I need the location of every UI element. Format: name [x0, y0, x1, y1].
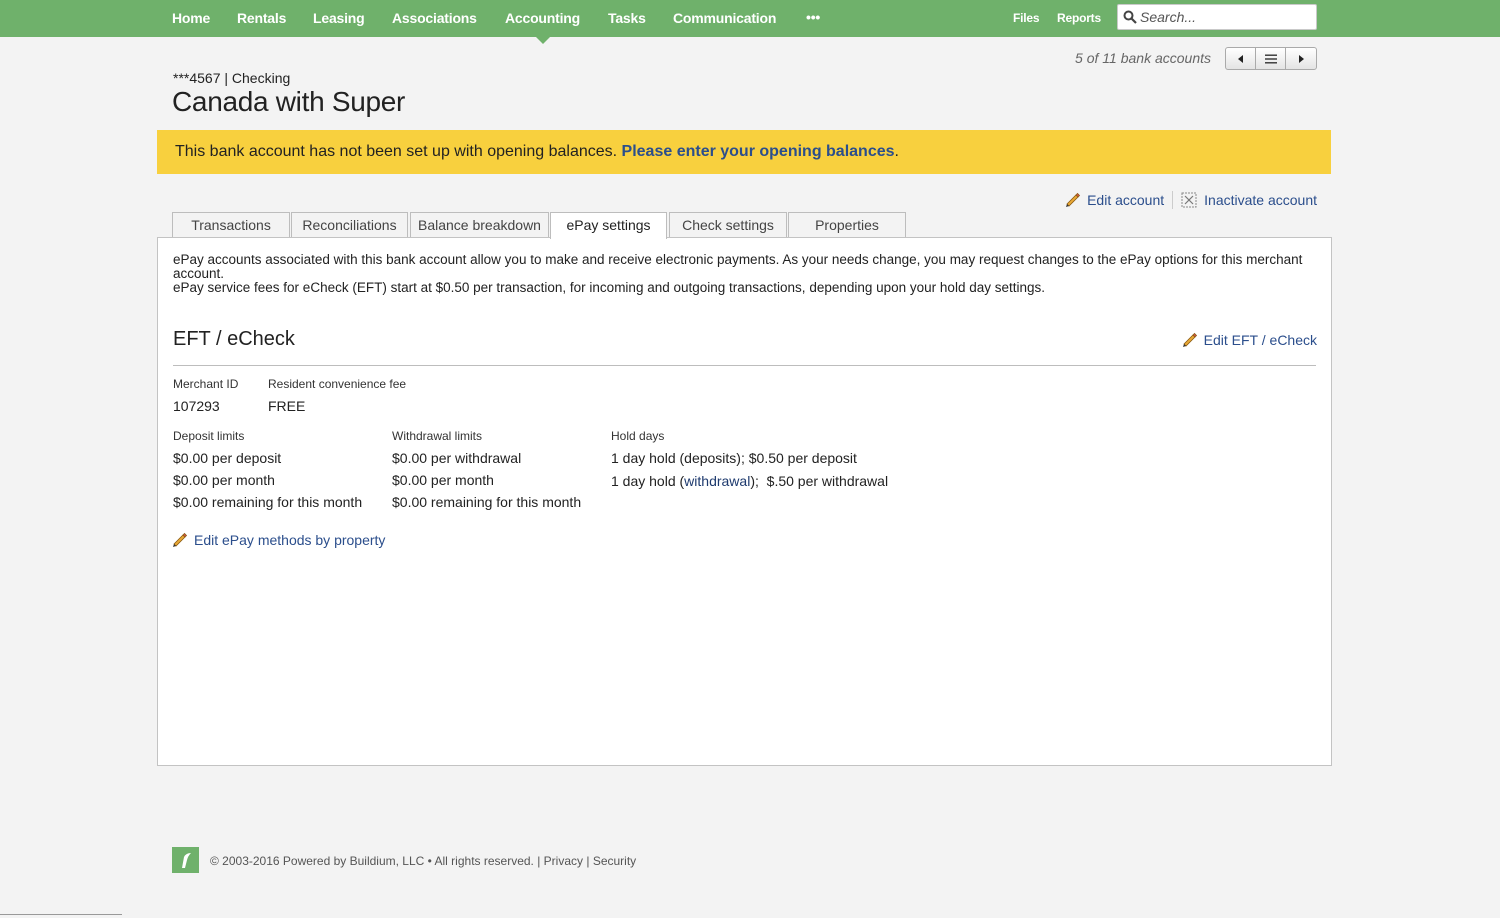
- privacy-link[interactable]: Privacy: [544, 854, 583, 868]
- nav-more-icon[interactable]: •••: [806, 9, 820, 25]
- nav-leasing[interactable]: Leasing: [313, 10, 365, 26]
- pencil-icon: [1182, 332, 1197, 347]
- withdrawal-limit-per-month: $0.00 per month: [392, 472, 494, 488]
- footer-copyright: © 2003-2016 Powered by Buildium, LLC • A…: [210, 854, 541, 868]
- previous-account-button[interactable]: [1226, 48, 1256, 69]
- leaf-logo-icon: [182, 853, 191, 868]
- nav-communication[interactable]: Communication: [673, 10, 776, 26]
- account-pager: [1225, 47, 1317, 70]
- next-account-button[interactable]: [1286, 48, 1316, 69]
- enter-opening-balances-link[interactable]: Please enter your opening balances: [622, 143, 895, 160]
- inactivate-icon: [1181, 192, 1197, 208]
- convenience-fee-field: Resident convenience fee FREE: [268, 377, 406, 417]
- tab-reconciliations[interactable]: Reconciliations: [291, 212, 408, 238]
- pencil-icon: [173, 532, 188, 547]
- intro-line-2: ePay service fees for eCheck (EFT) start…: [173, 280, 1045, 295]
- hold-days-label: Hold days: [611, 429, 665, 443]
- merchant-id-value: 107293: [173, 398, 220, 414]
- deposit-limits-field: Deposit limits $0.00 per deposit $0.00 p…: [173, 429, 362, 513]
- hold-withdrawal-fee-suffix: per withdrawal: [797, 473, 889, 489]
- pencil-icon: [1066, 192, 1081, 207]
- footer: © 2003-2016 Powered by Buildium, LLC • A…: [210, 854, 636, 868]
- section-divider: [173, 365, 1316, 366]
- epay-intro: ePay accounts associated with this bank …: [173, 253, 1303, 295]
- account-list-button[interactable]: [1256, 48, 1286, 69]
- intro-line-1: ePay accounts associated with this bank …: [173, 252, 1303, 281]
- banner-message: This bank account has not been set up wi…: [175, 143, 618, 160]
- arrow-right-icon: [1299, 54, 1304, 63]
- tab-properties[interactable]: Properties: [788, 212, 906, 238]
- tab-balance-breakdown[interactable]: Balance breakdown: [410, 212, 549, 238]
- withdrawal-limits-label: Withdrawal limits: [392, 429, 483, 443]
- hold-withdrawal-link[interactable]: withdrawal: [684, 473, 750, 489]
- buildium-logo: [172, 847, 199, 873]
- active-nav-indicator: [536, 37, 550, 44]
- withdrawal-limits-field: Withdrawal limits $0.00 per withdrawal $…: [392, 429, 581, 513]
- merchant-id-field: Merchant ID 107293: [173, 377, 238, 417]
- account-actions: Edit account Inactivate account: [1064, 191, 1317, 209]
- nav-tasks[interactable]: Tasks: [608, 10, 646, 26]
- epay-settings-panel: ePay accounts associated with this bank …: [157, 237, 1332, 766]
- deposit-limits-label: Deposit limits: [173, 429, 245, 443]
- footer-divider: |: [586, 854, 590, 868]
- eft-section-title: EFT / eCheck: [173, 328, 295, 350]
- pager-text: 5 of 11 bank accounts: [1075, 50, 1211, 66]
- hold-withdrawal-fee: $.50: [766, 473, 794, 489]
- divider: [1172, 191, 1174, 209]
- convenience-fee-label: Resident convenience fee: [268, 377, 407, 391]
- search-box: [1117, 4, 1317, 30]
- deposit-limit-per-month: $0.00 per month: [173, 472, 275, 488]
- nav-reports[interactable]: Reports: [1057, 11, 1101, 25]
- inactivate-account-link[interactable]: Inactivate account: [1204, 192, 1317, 208]
- withdrawal-limit-per-withdrawal: $0.00 per withdrawal: [392, 450, 522, 466]
- arrow-left-icon: [1237, 54, 1243, 63]
- nav-home[interactable]: Home: [172, 10, 210, 26]
- deposit-limit-per-deposit: $0.00 per deposit: [173, 450, 282, 466]
- page-title: Canada with Super: [172, 86, 406, 117]
- edit-epay-methods-link[interactable]: Edit ePay methods by property: [194, 532, 385, 548]
- nav-accounting[interactable]: Accounting: [505, 10, 580, 26]
- top-nav: Home Rentals Leasing Associations Accoun…: [0, 0, 1500, 37]
- search-icon: [1123, 10, 1137, 24]
- deposit-limits-values: $0.00 per deposit $0.00 per month $0.00 …: [173, 447, 362, 513]
- nav-associations[interactable]: Associations: [392, 10, 477, 26]
- hold-deposits: 1 day hold (deposits); $0.50 per deposit: [611, 450, 857, 466]
- search-input[interactable]: [1140, 8, 1312, 26]
- hold-days-values: 1 day hold (deposits); $0.50 per deposit…: [611, 447, 888, 493]
- hold-days-field: Hold days 1 day hold (deposits); $0.50 p…: [611, 429, 888, 493]
- account-number-type: ***4567 | Checking: [173, 70, 291, 86]
- convenience-fee-value: FREE: [268, 398, 306, 414]
- hold-withdrawal: 1 day hold (withdrawal); $.50 per withdr…: [611, 473, 889, 489]
- bottom-edge-line: [0, 914, 122, 915]
- nav-files[interactable]: Files: [1013, 11, 1040, 25]
- deposit-limit-remaining: $0.00 remaining for this month: [173, 494, 363, 510]
- withdrawal-limits-values: $0.00 per withdrawal $0.00 per month $0.…: [392, 447, 581, 513]
- edit-eft-action: Edit EFT / eCheck: [1181, 331, 1317, 349]
- tab-epay-settings[interactable]: ePay settings: [550, 212, 667, 239]
- security-link[interactable]: Security: [593, 854, 636, 868]
- list-icon: [1264, 54, 1277, 63]
- edit-account-link[interactable]: Edit account: [1087, 192, 1164, 208]
- withdrawal-limit-remaining: $0.00 remaining for this month: [392, 494, 582, 510]
- nav-rentals[interactable]: Rentals: [237, 10, 286, 26]
- edit-eft-echeck-link[interactable]: Edit EFT / eCheck: [1204, 332, 1317, 348]
- banner-end: .: [894, 143, 899, 160]
- edit-epay-methods-action: Edit ePay methods by property: [171, 531, 385, 549]
- tab-transactions[interactable]: Transactions: [172, 212, 290, 238]
- tab-check-settings[interactable]: Check settings: [669, 212, 787, 238]
- merchant-id-label: Merchant ID: [173, 377, 239, 391]
- opening-balance-banner: This bank account has not been set up wi…: [157, 130, 1331, 174]
